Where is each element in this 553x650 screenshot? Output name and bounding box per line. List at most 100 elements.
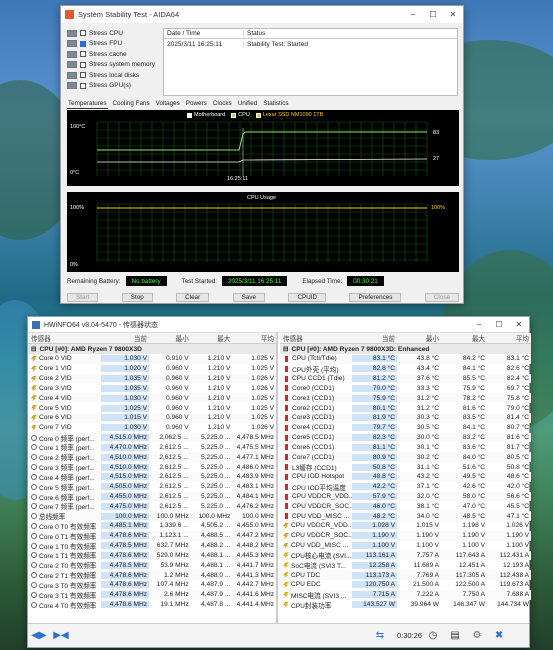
sensor-row[interactable]: Core 6 VID 1.015 V 0.960 V 1.210 V 1.025 V [28, 412, 276, 423]
sensor-row[interactable]: CPU VDDCR_VDD... 1.028 V 1.015 V 1.198 V 1.0… [280, 521, 531, 531]
settings-icon[interactable]: ⚙ [469, 629, 485, 642]
sensor-row[interactable]: CPU IOD Hotspot 48.8 °C 43.2 °C 49.5 °C 48.6… [280, 471, 531, 482]
tab-voltages[interactable]: Voltages [155, 99, 181, 109]
close-icon[interactable]: ✕ [443, 6, 463, 23]
stress-option[interactable]: Stress cache [67, 49, 157, 60]
sensor-row[interactable]: CPU外壳 (平均) 82.8 °C 43.4 °C 84.1 °C 82.6 °C [280, 364, 531, 374]
sensor-row[interactable]: Core 1 T1 有效频率 4,478.6 MHz 529.0 MHz 4,488.… [28, 550, 276, 560]
sensor-row[interactable]: Core 3 T0 有效频率 4,478.6 MHz 107.4 MHz 4,487.… [28, 580, 276, 590]
sensor-row[interactable]: CPU VDDCR_SOC... 46.0 °C 38.1 °C 47.0 °C 45.… [280, 501, 531, 511]
sensor-row[interactable]: Core3 (CCD1) 81.9 °C 30.3 °C 83.5 °C 81.4 °C [280, 412, 531, 423]
column-header-cell[interactable]: 传感器 [280, 333, 352, 343]
network-icon[interactable]: ⇆ [372, 629, 388, 642]
stress-option[interactable]: Stress FPU [67, 39, 157, 50]
stress-option[interactable]: Stress CPU [67, 28, 157, 39]
sensor-row[interactable]: 总线频率 100.0 MHz 100.0 MHz 100.0 MHz 100.0 MHz [28, 511, 276, 521]
sensor-row[interactable]: Core 2 T1 有效频率 4,478.6 MHz 1.2 MHz 4,488.0 … [28, 570, 276, 580]
sensor-row[interactable]: Core 1 VID 1.020 V 0.960 V 1.210 V 1.025 V [28, 364, 276, 374]
sensor-group-header[interactable]: ⊟ CPU [#0]: AMD Ryzen 7 9800X3D [28, 344, 276, 354]
sensor-row[interactable]: Core 1 频率 (perf... 4,470.0 MHz 2,612.5 ...… [28, 442, 276, 452]
hwinfo-titlebar[interactable]: HWiNFO64 v8.04-5470 - 传感器状态 – ☐ ✕ [28, 317, 529, 333]
sensor-row[interactable]: CPU EDC 120.750 A 21.500 A 122.500 A 119.673… [280, 580, 531, 590]
sensor-row[interactable]: Core6 (CCD1) 81.1 °C 30.1 °C 83.6 °C 81.7 °C [280, 442, 531, 452]
column-header-cell[interactable]: 当前 [352, 333, 397, 343]
preferences-button[interactable]: Preferences [349, 293, 402, 302]
stress-checkbox[interactable] [80, 72, 86, 79]
sensor-row[interactable]: Core 7 VID 1.030 V 0.960 V 1.210 V 1.026 V [28, 423, 276, 433]
sensor-row[interactable]: Core 1 T0 有效频率 4,478.5 MHz 632.7 MHz 4,488.… [28, 541, 276, 551]
stress-checkbox[interactable] [80, 61, 86, 68]
sensor-row[interactable]: Core 3 T1 有效频率 4,478.6 MHz 2.6 MHz 4,487.9 … [28, 589, 276, 600]
sensor-row[interactable]: CPU VDD_MISC ... 1.100 V 1.100 V 1.100 V 1.1… [280, 541, 531, 551]
sensor-row[interactable]: MISC电流 (SVI3 ... 7.715 A 7.222 A 7.750 A 7.6… [280, 589, 531, 600]
column-header-cell[interactable]: 最小 [397, 333, 441, 343]
stress-option[interactable]: Stress GPU(s) [67, 81, 157, 92]
close-icon[interactable]: ✕ [509, 317, 529, 332]
sensor-row[interactable]: Core 3 频率 (perf... 4,510.0 MHz 2,612.5 ...… [28, 462, 276, 472]
legend-cpu[interactable]: CPU [231, 112, 250, 118]
sensor-row[interactable]: L3缓存 (CCD1) 50.8 °C 31.1 °C 51.6 °C 50.8 °C [280, 462, 531, 472]
clear-button[interactable]: Clear [176, 293, 210, 302]
stress-checkbox[interactable] [80, 40, 86, 47]
clock-icon[interactable]: ◷ [425, 629, 441, 642]
cpuid-button[interactable]: CPUID [288, 293, 327, 302]
tab-cooling-fans[interactable]: Cooling Fans [112, 99, 151, 109]
column-header-cell[interactable]: 最大 [441, 333, 487, 343]
sensor-row[interactable]: CPU VDD_MISC ... 48.2 °C 34.0 °C 48.5 °C 47.… [280, 511, 531, 522]
sensor-row[interactable]: Core 4 VID 1.030 V 0.960 V 1.210 V 1.025 V [28, 393, 276, 404]
stress-checkbox[interactable] [80, 82, 86, 89]
close-sensors-icon[interactable]: ✖ [491, 629, 507, 642]
sensor-row[interactable]: CPU TDC 113.173 A 7.769 A 117.305 A 112.438 … [280, 570, 531, 581]
tab-clocks[interactable]: Clocks [212, 99, 233, 109]
nav-back-icon[interactable]: ◀▶ [31, 629, 47, 642]
sensor-row[interactable]: Core7 (CCD1) 80.9 °C 30.2 °C 84.0 °C 80.5 °C [280, 452, 531, 463]
sensor-row[interactable]: Core 0 T0 有效频率 4,485.1 MHz 1,339.6 ... 4,50… [28, 521, 276, 531]
minimize-icon[interactable]: – [469, 317, 489, 332]
sensor-row[interactable]: Core0 (CCD1) 70.0 °C 33.3 °C 75.9 °C 69.7 °C [280, 383, 531, 393]
sensor-row[interactable]: Core 4 频率 (perf... 4,515.0 MHz 2,612.5 ...… [28, 471, 276, 482]
column-header-cell[interactable]: 传感器 [28, 333, 101, 343]
column-header-cell[interactable]: 平均 [487, 333, 531, 343]
tab-unified[interactable]: Unified [237, 99, 259, 109]
sensor-row[interactable]: Core4 (CCD1) 79.7 °C 30.5 °C 84.1 °C 80.7 °C [280, 423, 531, 433]
sensor-row[interactable]: CPU CCD1 (Tdie) 81.2 °C 37.6 °C 85.5 °C 82.4… [280, 373, 531, 384]
sensor-row[interactable]: Core 5 VID 1.025 V 0.960 V 1.210 V 1.025 V [28, 403, 276, 413]
tab-statistics[interactable]: Statistics [262, 99, 289, 109]
stress-option[interactable]: Stress system memory [67, 60, 157, 71]
sensor-row[interactable]: Core 0 VID 1.030 V 0.910 V 1.210 V 1.025 V [28, 354, 276, 364]
legend-motherboard[interactable]: Motherboard [187, 112, 225, 118]
sensor-row[interactable]: Core 7 频率 (perf... 4,475.0 MHz 2,612.5 ...… [28, 501, 276, 511]
stop-button[interactable]: Stop [121, 293, 153, 302]
tab-temperatures[interactable]: Temperatures [67, 99, 108, 109]
sensor-row[interactable]: CPU IOD平均温度 42.2 °C 37.1 °C 42.6 °C 42.0 °C [280, 482, 531, 492]
sensor-row[interactable]: Core 5 频率 (perf... 4,505.0 MHz 2,612.5 ...… [28, 482, 276, 492]
stress-checkbox[interactable] [80, 30, 86, 37]
sensor-row[interactable]: Core 0 T1 有效频率 4,478.6 MHz 1,123.1 ... 4,48… [28, 530, 276, 541]
legend-ssd[interactable]: Lexar SSD NM1090 1TB [255, 112, 323, 118]
save-button[interactable]: Save [232, 293, 266, 302]
aida-titlebar[interactable]: System Stability Test - AIDA64 – ☐ ✕ [61, 6, 463, 23]
sensor-row[interactable]: CPU封装功率 143.527 W 39.964 W 146.347 W 144.734… [280, 600, 531, 610]
column-header-cell[interactable]: 最小 [149, 333, 191, 343]
column-header-cell[interactable]: 平均 [232, 333, 276, 343]
sensor-row[interactable]: Core 2 频率 (perf... 4,510.0 MHz 2,612.5 ...… [28, 452, 276, 462]
tab-powers[interactable]: Powers [185, 99, 208, 109]
sensor-row[interactable]: Core2 (CCD1) 80.1 °C 31.2 °C 81.6 °C 79.0 °C [280, 403, 531, 413]
sensor-row[interactable]: CPU VDDCR_VDD... 57.9 °C 32.0 °C 58.0 °C 56.… [280, 491, 531, 502]
sensor-row[interactable]: Core5 (CCD1) 82.3 °C 30.0 °C 83.2 °C 81.6 °C [280, 432, 531, 443]
sensor-row[interactable]: CPU核心电流 (SVI... 113.161 A 7.757 A 117.643 A… [280, 550, 531, 560]
column-header-cell[interactable]: 最大 [191, 333, 233, 343]
stress-checkbox[interactable] [80, 51, 86, 58]
sensor-row[interactable]: CPU (Tctl/Tdie) 83.1 °C 43.8 °C 84.2 °C 83.1… [280, 354, 531, 364]
column-header-cell[interactable]: 当前 [101, 333, 149, 343]
sensor-row[interactable]: Core 2 T0 有效频率 4,478.5 MHz 53.9 MHz 4,488.1… [28, 560, 276, 570]
maximize-icon[interactable]: ☐ [489, 317, 509, 332]
sensor-row[interactable]: Core 3 VID 1.035 V 0.960 V 1.210 V 1.026 V [28, 383, 276, 393]
sensor-row[interactable]: Core 0 频率 (perf... 4,515.0 MHz 2,062.5 ...… [28, 432, 276, 443]
sensor-row[interactable]: Core 2 VID 1.035 V 0.960 V 1.210 V 1.026 V [28, 373, 276, 384]
minimize-icon[interactable]: – [403, 6, 423, 23]
sensor-group-header[interactable]: ⊟ CPU [#0]: AMD Ryzen 7 9800X3D: Enhanced [280, 344, 531, 354]
sensor-row[interactable]: Core 6 频率 (perf... 4,455.0 MHz 2,612.5 ...… [28, 491, 276, 502]
nav-forward-icon[interactable]: ▶◀ [53, 629, 69, 642]
sensor-row[interactable]: SoC电流 (SVI3 T... 12.258 A 11.689 A 12.451 A… [280, 560, 531, 570]
